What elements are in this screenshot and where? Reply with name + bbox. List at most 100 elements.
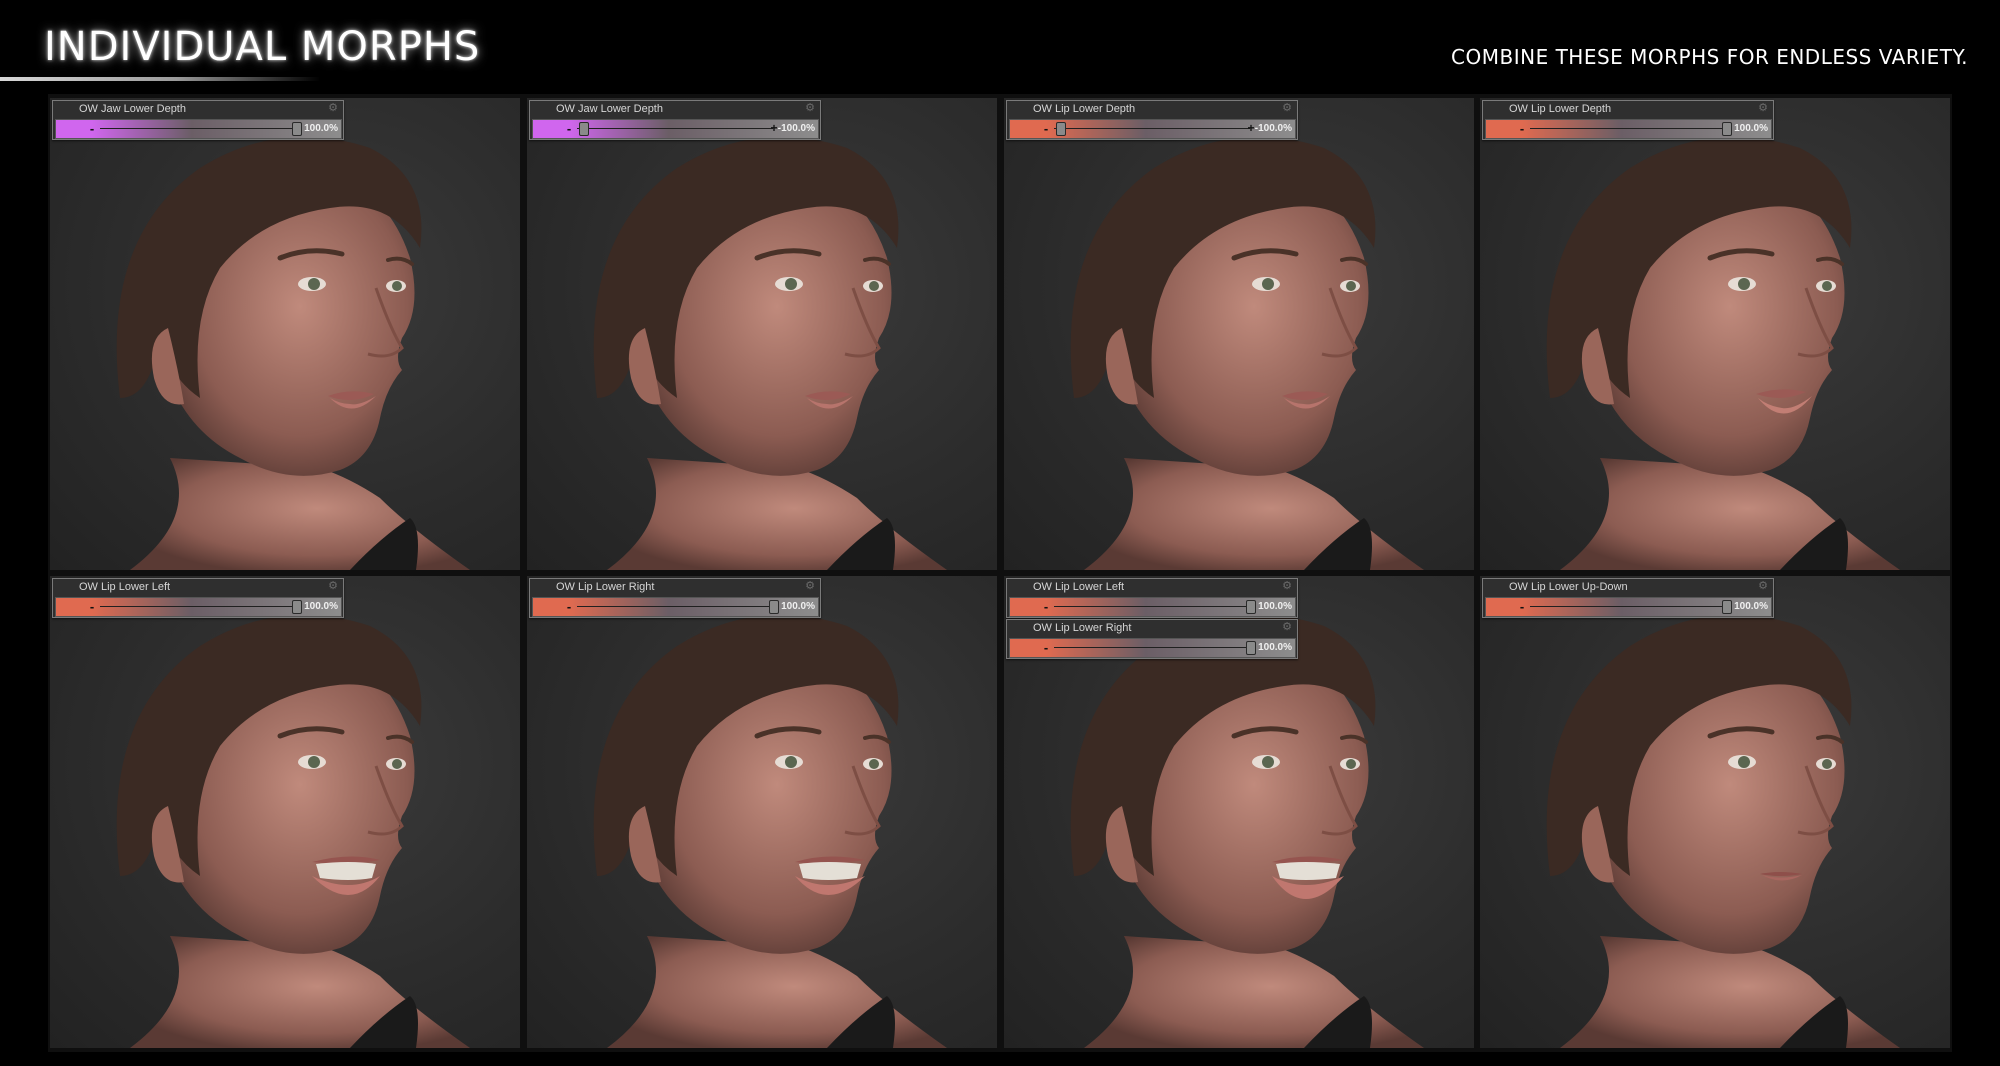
morph-slider[interactable]: - 100.0% [55,119,342,139]
gear-icon[interactable]: ⚙ [804,102,816,114]
morph-control: OW Lip Lower Left ⚙ - 100.0% [52,578,344,618]
decrement-icon[interactable]: - [1516,598,1528,616]
slider-value[interactable]: 100.0% [1258,598,1292,616]
portrait-image [1546,614,1900,1048]
morph-control: OW Lip Lower Up-Down ⚙ - 100.0% [1482,578,1774,618]
panel-lip-lower-left: OW Lip Lower Left ⚙ - 100.0% [50,576,520,1048]
left-iris [785,278,797,290]
morph-label: OW Lip Lower Right [1033,622,1132,634]
slider-knob[interactable] [579,122,589,136]
slider-rail [577,128,773,129]
right-iris [392,281,402,291]
morph-slider[interactable]: - + -100.0% [1009,119,1296,139]
morph-control: OW Lip Lower Right ⚙ - 100.0% [529,578,821,618]
page-title: INDIVIDUAL MORPHS [44,24,481,70]
morph-label: OW Jaw Lower Depth [79,103,186,115]
title-underline [0,77,320,81]
slider-knob[interactable] [292,122,302,136]
slider-knob[interactable] [1056,122,1066,136]
right-iris [1346,281,1356,291]
slider-value[interactable]: 100.0% [304,598,338,616]
slider-knob[interactable] [1722,600,1732,614]
left-iris [1262,278,1274,290]
morph-slider[interactable]: - 100.0% [1009,638,1296,658]
teeth [1276,862,1340,880]
morph-slider[interactable]: - 100.0% [55,597,342,617]
slider-knob[interactable] [292,600,302,614]
left-iris [1738,278,1750,290]
morph-label: OW Lip Lower Depth [1509,103,1612,115]
morph-label: OW Jaw Lower Depth [556,103,663,115]
decrement-icon[interactable]: - [563,120,575,138]
slider-rail [1530,606,1726,607]
left-iris [1738,756,1750,768]
panel-lip-lower-depth-pos: OW Lip Lower Depth ⚙ - 100.0% [1480,98,1950,570]
decrement-icon[interactable]: - [1040,639,1052,657]
right-iris [869,759,879,769]
gear-icon[interactable]: ⚙ [1281,580,1293,592]
slider-rail [100,606,296,607]
portrait-image [593,614,947,1048]
teeth [799,862,861,880]
slider-value[interactable]: -100.0% [1255,120,1292,138]
morph-control: OW Jaw Lower Depth ⚙ - + -100.0% [529,100,821,140]
slider-knob[interactable] [769,600,779,614]
decrement-icon[interactable]: - [1040,598,1052,616]
gear-icon[interactable]: ⚙ [1757,102,1769,114]
gear-icon[interactable]: ⚙ [327,102,339,114]
morph-control: OW Lip Lower Right ⚙ - 100.0% [1006,619,1298,659]
slider-value[interactable]: 100.0% [1734,120,1768,138]
decrement-icon[interactable]: - [1040,120,1052,138]
morph-control: OW Lip Lower Depth ⚙ - 100.0% [1482,100,1774,140]
slider-rail [1054,128,1250,129]
decrement-icon[interactable]: - [86,598,98,616]
slider-rail [1054,606,1250,607]
portrait-image [116,614,470,1048]
portrait-image [593,136,947,570]
left-iris [785,756,797,768]
morph-slider[interactable]: - + -100.0% [532,119,819,139]
gear-icon[interactable]: ⚙ [327,580,339,592]
decrement-icon[interactable]: - [1516,120,1528,138]
morph-slider[interactable]: - 100.0% [532,597,819,617]
slider-knob[interactable] [1246,641,1256,655]
morph-control: OW Lip Lower Depth ⚙ - + -100.0% [1006,100,1298,140]
panel-lip-lower-right: OW Lip Lower Right ⚙ - 100.0% [527,576,997,1048]
slider-value[interactable]: 100.0% [1258,639,1292,657]
slider-value[interactable]: 100.0% [1734,598,1768,616]
left-iris [308,756,320,768]
slider-knob[interactable] [1246,600,1256,614]
slider-knob[interactable] [1722,122,1732,136]
gear-icon[interactable]: ⚙ [1281,102,1293,114]
slider-rail [1530,128,1726,129]
right-iris [1822,759,1832,769]
slider-value[interactable]: -100.0% [778,120,815,138]
right-iris [1822,281,1832,291]
panel-lip-lower-up-down: OW Lip Lower Up-Down ⚙ - 100.0% [1480,576,1950,1048]
gear-icon[interactable]: ⚙ [1757,580,1769,592]
morph-label: OW Lip Lower Up-Down [1509,581,1628,593]
panel-jaw-lower-depth-neg: OW Jaw Lower Depth ⚙ - + -100.0% [527,98,997,570]
panel-jaw-lower-depth-pos: OW Jaw Lower Depth ⚙ - 100.0% [50,98,520,570]
portrait-image [116,136,470,570]
slider-value[interactable]: 100.0% [781,598,815,616]
portrait-image [1546,136,1900,570]
morph-slider[interactable]: - 100.0% [1009,597,1296,617]
slider-value[interactable]: 100.0% [304,120,338,138]
header-banner: INDIVIDUAL MORPHS COMBINE THESE MORPHS F… [0,0,2000,92]
morph-control: OW Lip Lower Left ⚙ - 100.0% [1006,578,1298,618]
right-iris [392,759,402,769]
gear-icon[interactable]: ⚙ [804,580,816,592]
morph-slider[interactable]: - 100.0% [1485,597,1772,617]
decrement-icon[interactable]: - [86,120,98,138]
left-iris [1262,756,1274,768]
teeth [316,862,376,880]
morph-label: OW Lip Lower Right [556,581,655,593]
morph-label: OW Lip Lower Depth [1033,103,1136,115]
morph-label: OW Lip Lower Left [79,581,171,593]
slider-rail [1054,647,1250,648]
gear-icon[interactable]: ⚙ [1281,621,1293,633]
morph-slider[interactable]: - 100.0% [1485,119,1772,139]
panel-lip-lower-left-right: OW Lip Lower Left ⚙ -100.0% OW Lip Lower Ri… [1004,576,1474,1048]
decrement-icon[interactable]: - [563,598,575,616]
